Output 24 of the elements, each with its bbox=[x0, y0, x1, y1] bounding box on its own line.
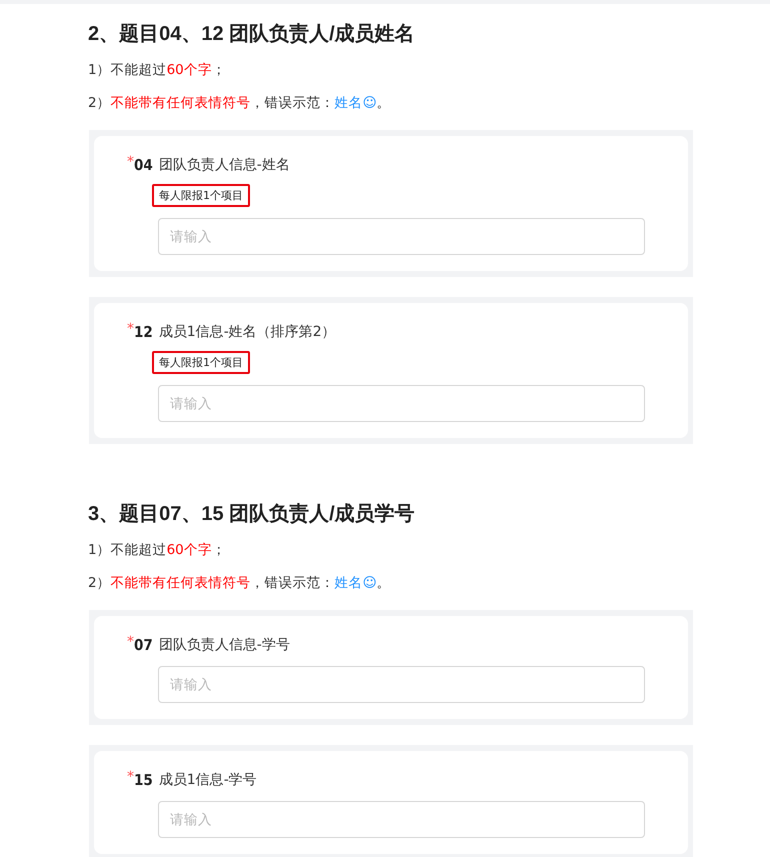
question-number: 15 bbox=[134, 770, 153, 791]
required-mark: * bbox=[127, 770, 134, 784]
question-label: 团队负责人信息-学号 bbox=[158, 636, 290, 655]
question-label: 成员1信息-学号 bbox=[158, 771, 257, 790]
input-field[interactable]: 请输入 bbox=[158, 666, 645, 703]
rule-text: 2）不能带有任何表情符号，错误示范：姓名☺。 bbox=[88, 574, 392, 593]
limit-tag: 每人限报1个项目 bbox=[152, 351, 250, 374]
input-field[interactable]: 请输入 bbox=[158, 218, 645, 255]
required-mark: * bbox=[127, 322, 134, 336]
limit-tag: 每人限报1个项目 bbox=[152, 184, 250, 207]
section-heading: 3、题目07、15 团队负责人/成员学号 bbox=[88, 502, 416, 527]
required-mark: * bbox=[127, 635, 134, 649]
input-field[interactable]: 请输入 bbox=[158, 385, 645, 422]
question-number: 12 bbox=[134, 322, 153, 343]
rule-text: 1）不能超过60个字； bbox=[88, 541, 227, 560]
question-label: 团队负责人信息-姓名 bbox=[158, 156, 290, 175]
required-mark: * bbox=[127, 155, 134, 169]
question-number: 07 bbox=[134, 635, 153, 656]
question-label: 成员1信息-姓名（排序第2） bbox=[158, 323, 336, 342]
input-field[interactable]: 请输入 bbox=[158, 801, 645, 838]
question-number: 04 bbox=[134, 155, 153, 176]
section-heading: 2、题目04、12 团队负责人/成员姓名 bbox=[88, 22, 416, 47]
rule-text: 1）不能超过60个字； bbox=[88, 61, 227, 80]
rule-text: 2）不能带有任何表情符号，错误示范：姓名☺。 bbox=[88, 94, 392, 113]
